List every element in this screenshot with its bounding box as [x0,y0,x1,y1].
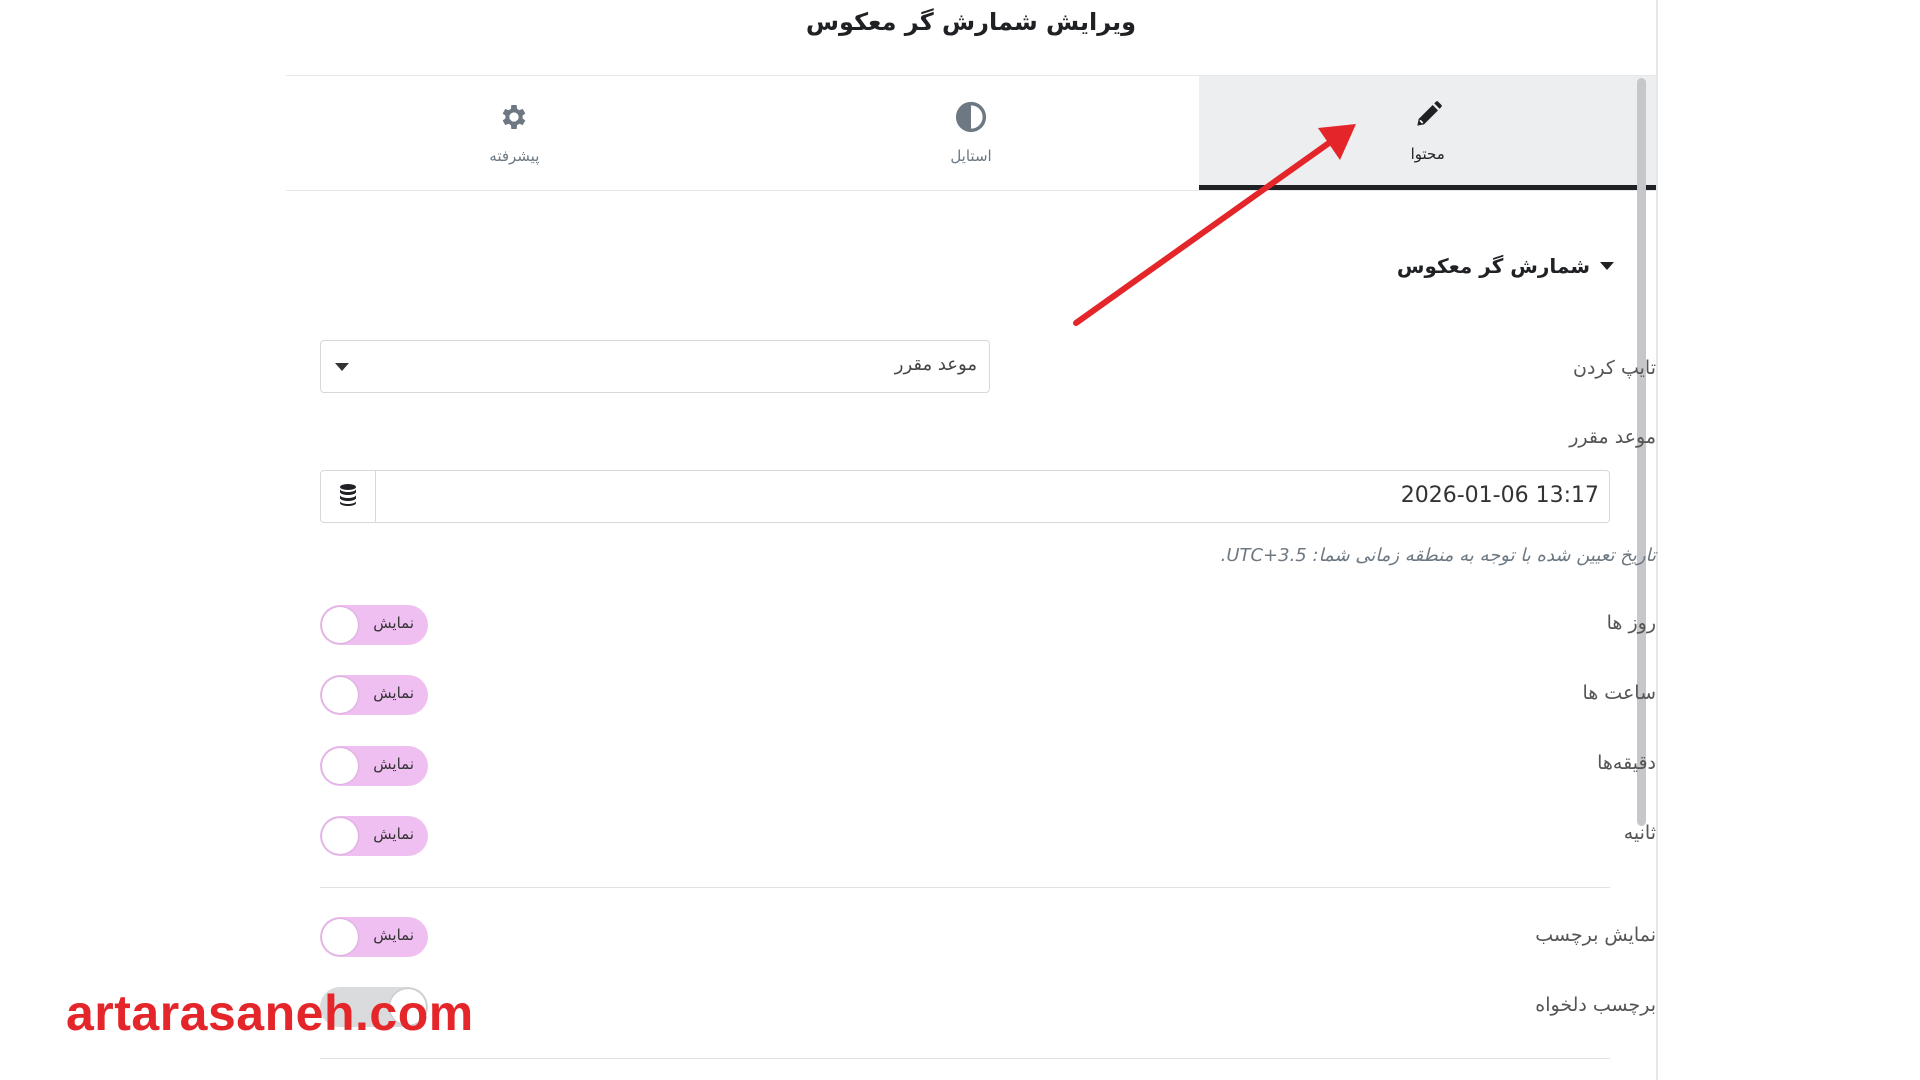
toggle-state-label: نمایش [373,926,414,944]
due-date-value: 2026-01-06 13:17 [1400,483,1599,508]
toggle-knob [322,677,358,713]
toggle-days[interactable]: نمایش [320,605,428,645]
tab-bar: پیشرفته استایل محتوا [286,75,1657,191]
toggle-show-label[interactable]: نمایش [320,917,428,957]
tab-style-label: استایل [950,147,992,165]
toggle-state-label: نمایش [373,825,414,843]
toggle-state-label: نمایش [373,755,414,773]
type-select-value: موعد مقرر [894,354,977,375]
due-date-label: موعد مقرر [1569,426,1656,448]
section-title: شمارش گر معکوس [1396,254,1590,278]
toggle-knob [322,748,358,784]
toggle-hours-label: ساعت ها [1582,682,1656,704]
tab-advanced-label: پیشرفته [489,147,540,165]
tab-content-label: محتوا [1410,144,1445,163]
toggle-state-label: نمایش [373,684,414,702]
timezone-hint: تاریخ تعیین شده با توجه به منطقه زمانی ش… [1220,545,1656,566]
divider [320,887,1610,888]
toggle-seconds[interactable]: نمایش [320,816,428,856]
caret-down-icon [1600,262,1614,270]
toggle-knob [322,919,358,955]
toggle-hours[interactable]: نمایش [320,675,428,715]
divider [320,1058,1610,1059]
due-date-input[interactable]: 2026-01-06 13:17 [320,470,1610,523]
toggle-minutes[interactable]: نمایش [320,746,428,786]
type-label: تایپ کردن [1572,357,1656,379]
pencil-icon [1412,99,1444,135]
toggle-custom-label-label: برچسب دلخواه [1535,994,1656,1016]
toggle-minutes-label: دقیقه‌ها [1597,752,1656,774]
watermark: artarasaneh.com [66,985,474,1041]
toggle-show-label-label: نمایش برچسب [1535,924,1656,946]
toggle-seconds-label: ثانیه [1623,822,1656,844]
tab-content[interactable]: محتوا [1199,76,1657,190]
panel-border [1656,0,1658,1080]
toggle-knob [322,607,358,643]
dynamic-tags-button[interactable] [321,471,376,522]
chevron-down-icon [335,363,349,371]
type-select[interactable]: موعد مقرر [320,340,990,393]
toggle-knob [322,818,358,854]
toggle-days-label: روز ها [1606,612,1656,634]
scrollbar[interactable] [1637,78,1646,826]
toggle-state-label: نمایش [373,614,414,632]
tab-advanced[interactable]: پیشرفته [286,76,743,190]
contrast-icon [955,101,987,137]
gear-icon [498,101,530,137]
tab-style[interactable]: استایل [743,76,1200,190]
section-header[interactable]: شمارش گر معکوس [1397,254,1614,278]
database-icon [338,483,358,511]
panel-title: ویرایش شمارش گر معکوس [805,8,1137,36]
